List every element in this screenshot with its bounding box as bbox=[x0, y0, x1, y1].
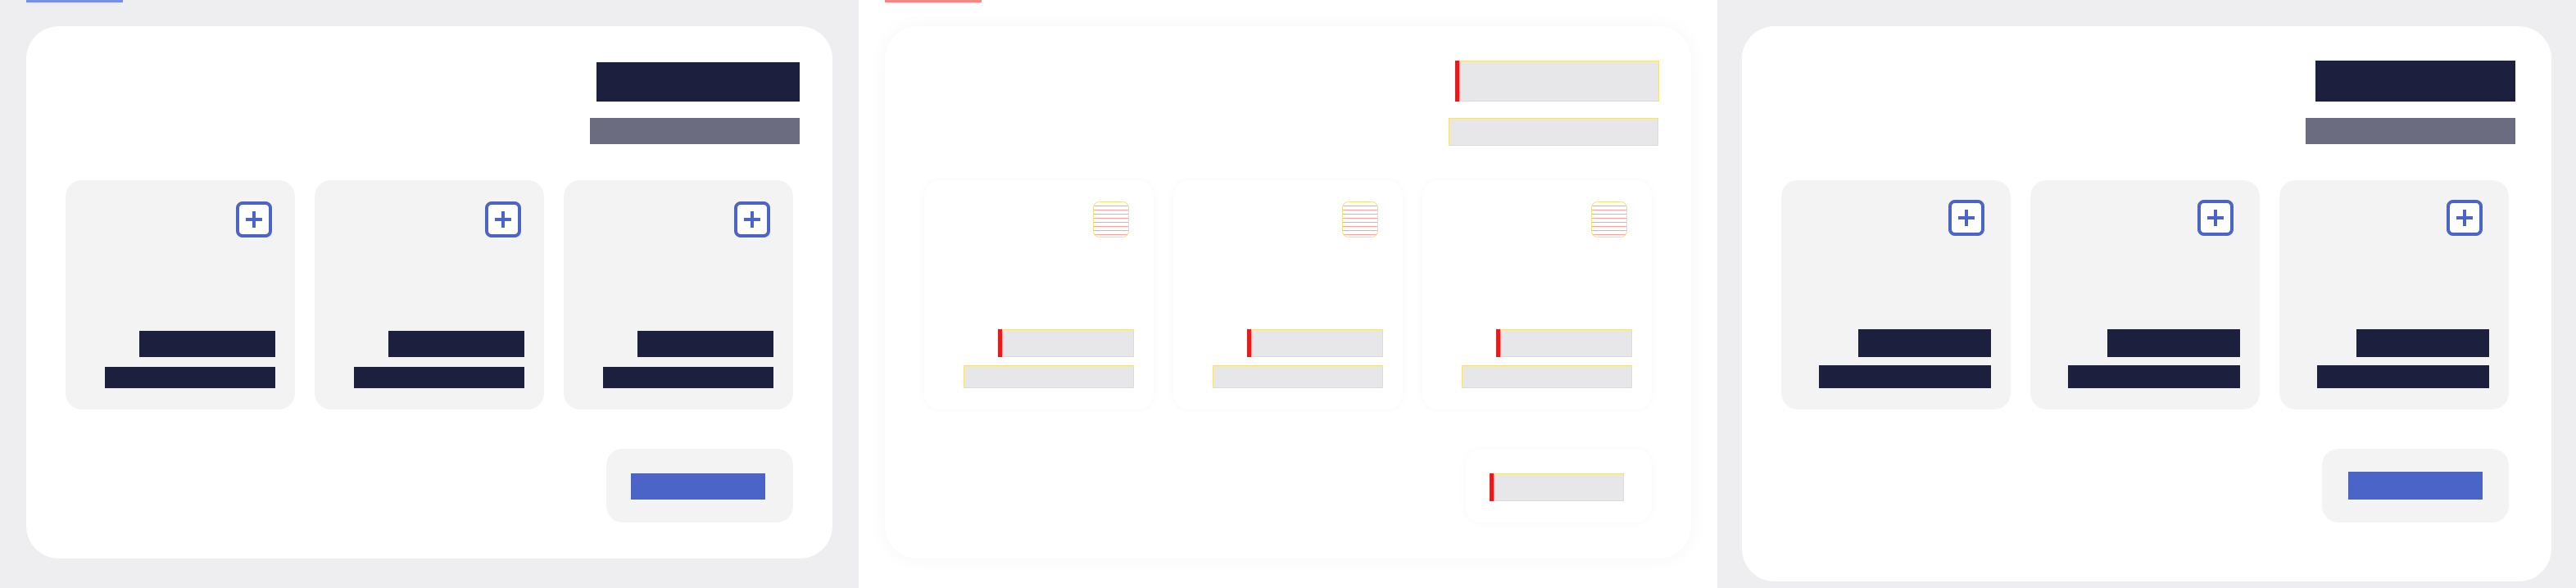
primary-button[interactable] bbox=[631, 473, 765, 500]
tile-line1 bbox=[2356, 329, 2489, 357]
button-container bbox=[2322, 449, 2509, 522]
tile-line1 bbox=[637, 331, 773, 357]
card bbox=[885, 26, 1691, 559]
tile-line2 bbox=[354, 367, 524, 388]
top-accent-mark bbox=[885, 0, 982, 2]
tile-2[interactable] bbox=[2030, 180, 2260, 409]
tile-line2 bbox=[603, 367, 773, 388]
plus-square-icon[interactable] bbox=[734, 201, 770, 237]
panel-left bbox=[0, 0, 859, 588]
tile-line2 bbox=[1819, 365, 1991, 388]
primary-button[interactable] bbox=[2348, 472, 2483, 500]
tile-line1 bbox=[139, 331, 275, 357]
tile-line1 bbox=[1496, 329, 1632, 357]
tile-3[interactable] bbox=[2279, 180, 2509, 409]
tile-line1 bbox=[1247, 329, 1383, 357]
tile-line1 bbox=[1858, 329, 1991, 357]
tile-3[interactable] bbox=[564, 180, 793, 409]
tile-line2 bbox=[1462, 365, 1632, 388]
card-title bbox=[1455, 61, 1659, 102]
card bbox=[1742, 26, 2551, 581]
panel-right bbox=[1717, 0, 2576, 588]
plus-square-icon[interactable] bbox=[2197, 200, 2234, 236]
tile-1[interactable] bbox=[924, 180, 1154, 409]
button-container bbox=[1465, 449, 1652, 522]
card-title bbox=[596, 62, 800, 102]
placeholder-icon[interactable] bbox=[1093, 201, 1129, 237]
tile-line2 bbox=[105, 367, 275, 388]
tile-line2 bbox=[2317, 365, 2489, 388]
plus-square-icon[interactable] bbox=[1948, 200, 1984, 236]
plus-square-icon[interactable] bbox=[485, 201, 521, 237]
primary-button[interactable] bbox=[1490, 473, 1624, 501]
card bbox=[26, 26, 832, 559]
tile-line1 bbox=[388, 331, 524, 357]
card-subtitle bbox=[1449, 118, 1658, 146]
button-container bbox=[606, 449, 793, 522]
placeholder-icon[interactable] bbox=[1342, 201, 1378, 237]
tile-1[interactable] bbox=[66, 180, 295, 409]
tile-line2 bbox=[2068, 365, 2240, 388]
tile-3[interactable] bbox=[1422, 180, 1652, 409]
tile-1[interactable] bbox=[1781, 180, 2011, 409]
tile-line1 bbox=[2107, 329, 2240, 357]
tile-line2 bbox=[964, 365, 1134, 388]
tile-line1 bbox=[998, 329, 1134, 357]
card-subtitle bbox=[2306, 118, 2515, 144]
tile-line2 bbox=[1213, 365, 1383, 388]
card-subtitle bbox=[590, 118, 800, 144]
card-title bbox=[2315, 61, 2515, 102]
tile-2[interactable] bbox=[1173, 180, 1403, 409]
panel-middle bbox=[859, 0, 1717, 588]
plus-square-icon[interactable] bbox=[2447, 200, 2483, 236]
tile-2[interactable] bbox=[315, 180, 544, 409]
plus-square-icon[interactable] bbox=[236, 201, 272, 237]
top-accent-mark bbox=[26, 0, 123, 2]
placeholder-icon[interactable] bbox=[1591, 201, 1627, 237]
